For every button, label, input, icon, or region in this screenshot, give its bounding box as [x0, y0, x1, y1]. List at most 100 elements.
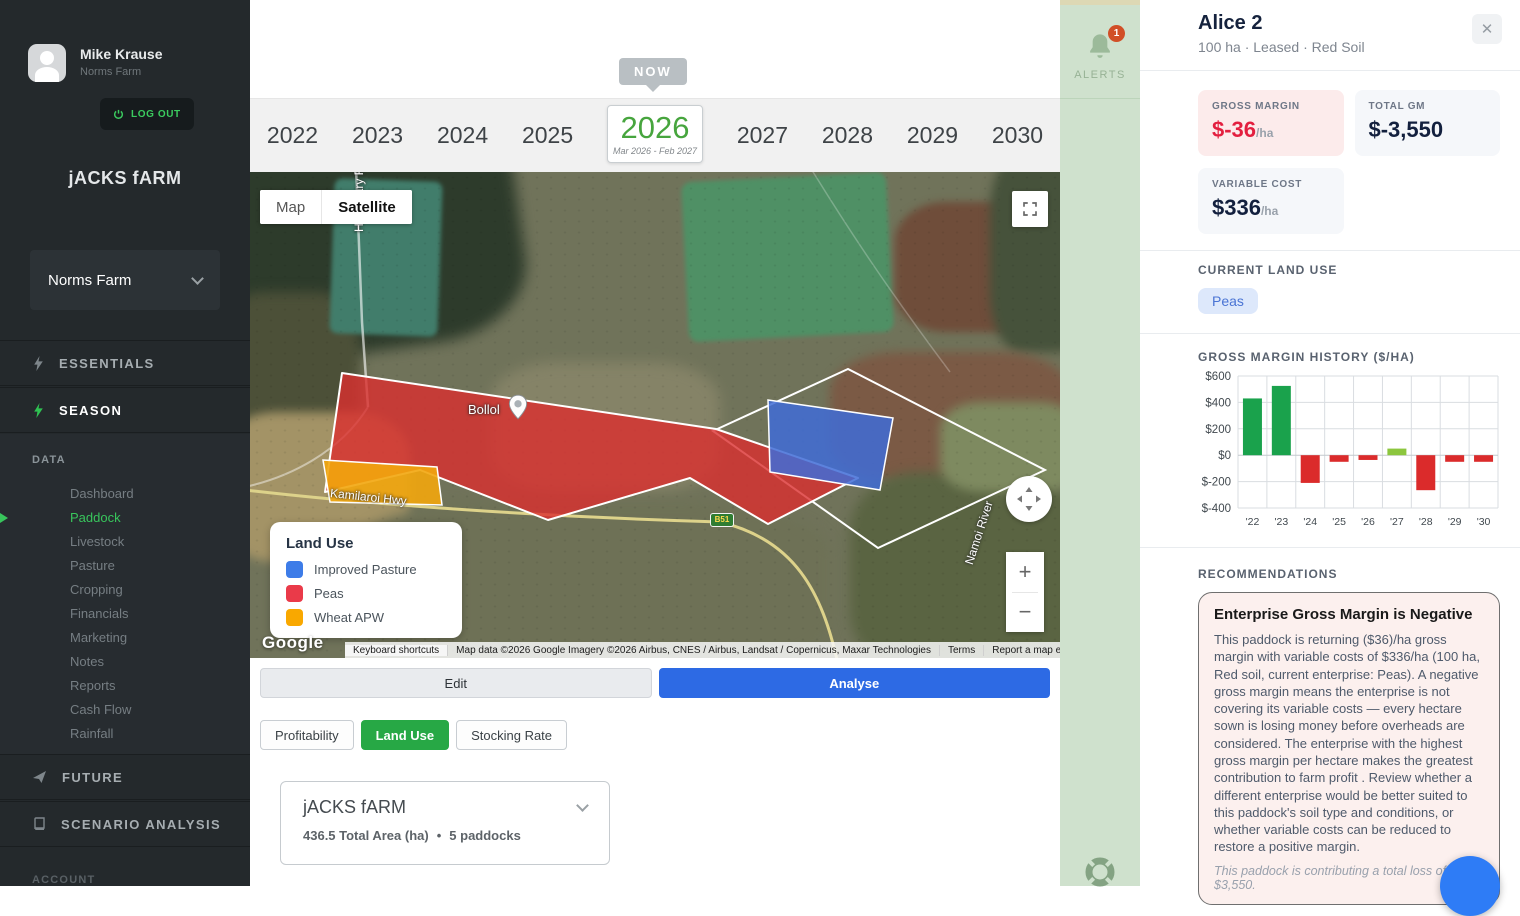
sidebar-item-pasture[interactable]: Pasture	[0, 554, 250, 578]
rocket-icon	[33, 770, 47, 784]
farm-summary-card[interactable]: jACKS fARM 436.5 Total Area (ha) • 5 pad…	[280, 781, 610, 865]
recommendations-label: RECOMMENDATIONS	[1198, 567, 1337, 581]
analysis-tabs: Profitability Land Use Stocking Rate	[260, 720, 567, 750]
svg-text:'27: '27	[1390, 516, 1404, 528]
svg-text:'23: '23	[1274, 516, 1288, 528]
sidebar-item-livestock[interactable]: Livestock	[0, 530, 250, 554]
user-name: Mike Krause	[80, 46, 162, 62]
legend-item: Improved Pasture	[286, 561, 446, 578]
metric-label: GROSS MARGIN	[1212, 101, 1330, 112]
sidebar-item-scenario-analysis[interactable]: SCENARIO ANALYSIS	[0, 801, 250, 847]
report-map-error-link[interactable]: Report a map error	[983, 645, 1060, 656]
lightning-icon	[33, 356, 44, 371]
sidebar-item-essentials[interactable]: ESSENTIALS	[0, 340, 250, 386]
legend-label: Improved Pasture	[314, 562, 417, 577]
year-2027[interactable]: 2027	[737, 122, 788, 149]
svg-text:$200: $200	[1205, 424, 1231, 436]
year-2028[interactable]: 2028	[822, 122, 873, 149]
bullet-separator: •	[437, 828, 442, 843]
tab-stocking-rate[interactable]: Stocking Rate	[456, 720, 567, 750]
alerts-button[interactable]: 1 ALERTS	[1060, 5, 1140, 99]
year-2030[interactable]: 2030	[992, 122, 1043, 149]
map-view-button[interactable]: Map	[260, 190, 321, 224]
farm-card-name: jACKS fARM	[303, 797, 406, 818]
legend-title: Land Use	[286, 535, 446, 552]
metric-label: TOTAL GM	[1369, 101, 1487, 112]
sidebar-item-financials[interactable]: Financials	[0, 602, 250, 626]
close-panel-button[interactable]: ✕	[1472, 14, 1502, 44]
svg-text:'29: '29	[1448, 516, 1462, 528]
farm-selector[interactable]: Norms Farm	[30, 250, 220, 310]
season-label: SEASON	[59, 403, 122, 418]
alerts-rail: 1 ALERTS	[1060, 0, 1140, 886]
svg-text:'25: '25	[1332, 516, 1346, 528]
peas-swatch	[286, 585, 303, 602]
legend-item: Wheat APW	[286, 609, 446, 626]
sidebar-item-marketing[interactable]: Marketing	[0, 626, 250, 650]
legend-label: Wheat APW	[314, 610, 384, 625]
year-2023[interactable]: 2023	[352, 122, 403, 149]
sidebar-item-notes[interactable]: Notes	[0, 650, 250, 674]
metric-label: VARIABLE COST	[1212, 179, 1330, 190]
map-type-toggle: Map Satellite	[260, 190, 412, 224]
paddock-title: Alice 2	[1198, 12, 1262, 35]
help-lifebuoy-icon[interactable]	[1085, 857, 1115, 892]
selected-year: 2026	[621, 112, 690, 143]
recommendation-card: Enterprise Gross Margin is Negative This…	[1198, 592, 1500, 905]
user-block: Mike Krause Norms Farm	[28, 44, 162, 82]
lightning-icon	[33, 403, 44, 418]
sidebar-item-dashboard[interactable]: Dashboard	[0, 482, 250, 506]
metric-value: $336	[1212, 195, 1261, 220]
alerts-label: ALERTS	[1060, 69, 1140, 81]
fullscreen-button[interactable]	[1012, 191, 1048, 227]
year-2022[interactable]: 2022	[267, 122, 318, 149]
logout-button[interactable]: LOG OUT	[100, 98, 194, 130]
metric-unit: /ha	[1256, 126, 1273, 140]
farm-title: jACKS fARM	[0, 168, 250, 189]
google-logo: Google	[262, 633, 324, 653]
keyboard-shortcuts-link[interactable]: Keyboard shortcuts	[345, 645, 447, 656]
svg-text:'28: '28	[1419, 516, 1433, 528]
chevron-down-icon	[576, 799, 589, 812]
variable-cost-card: VARIABLE COST $336/ha	[1198, 168, 1344, 234]
sidebar-item-reports[interactable]: Reports	[0, 674, 250, 698]
tab-profitability[interactable]: Profitability	[260, 720, 354, 750]
year-2024[interactable]: 2024	[437, 122, 488, 149]
map-attribution: Keyboard shortcuts Map data ©2026 Google…	[345, 642, 1060, 658]
fullscreen-icon	[1021, 200, 1039, 218]
alert-count-badge: 1	[1108, 25, 1125, 42]
pan-control[interactable]	[1006, 476, 1052, 522]
land-use-legend: Land Use Improved Pasture Peas Wheat APW	[270, 522, 462, 638]
sidebar-item-season[interactable]: SEASON	[0, 387, 250, 433]
year-2029[interactable]: 2029	[907, 122, 958, 149]
svg-text:$400: $400	[1205, 397, 1231, 409]
chat-bubble-button[interactable]	[1440, 856, 1500, 916]
satellite-view-button[interactable]: Satellite	[322, 190, 412, 224]
zoom-in-button[interactable]: +	[1006, 552, 1044, 592]
year-2025[interactable]: 2025	[522, 122, 573, 149]
essentials-label: ESSENTIALS	[59, 356, 155, 371]
svg-text:$600: $600	[1205, 371, 1231, 383]
sidebar-item-paddock[interactable]: Paddock	[0, 506, 250, 530]
analyse-button[interactable]: Analyse	[659, 668, 1051, 698]
terms-link[interactable]: Terms	[939, 645, 983, 656]
zoom-control: + −	[1006, 552, 1044, 632]
sidebar-item-rainfall[interactable]: Rainfall	[0, 722, 250, 746]
logout-label: LOG OUT	[131, 109, 181, 120]
sidebar-item-cashflow[interactable]: Cash Flow	[0, 698, 250, 722]
satellite-map[interactable]: Harparary Rd Kamilaroi Hwy Bollol B51 Na…	[250, 172, 1060, 658]
current-land-use-label: CURRENT LAND USE	[1198, 263, 1337, 277]
recommendation-body: This paddock is returning ($36)/ha gross…	[1214, 631, 1484, 856]
sidebar-item-cropping[interactable]: Cropping	[0, 578, 250, 602]
selected-year-range: Mar 2026 - Feb 2027	[613, 146, 697, 156]
sidebar-item-future[interactable]: FUTURE	[0, 754, 250, 800]
now-badge: NOW	[619, 58, 687, 85]
zoom-out-button[interactable]: −	[1006, 593, 1044, 633]
edit-button[interactable]: Edit	[260, 668, 652, 698]
place-pin-icon	[508, 394, 528, 425]
tab-land-use[interactable]: Land Use	[361, 720, 450, 750]
year-2026-selected[interactable]: 2026 Mar 2026 - Feb 2027	[607, 105, 703, 163]
farm-total-area: 436.5 Total Area (ha)	[303, 828, 429, 843]
svg-text:'26: '26	[1361, 516, 1375, 528]
main-content: NOW 2022 2023 2024 2025 2026 Mar 2026 - …	[250, 0, 1060, 886]
